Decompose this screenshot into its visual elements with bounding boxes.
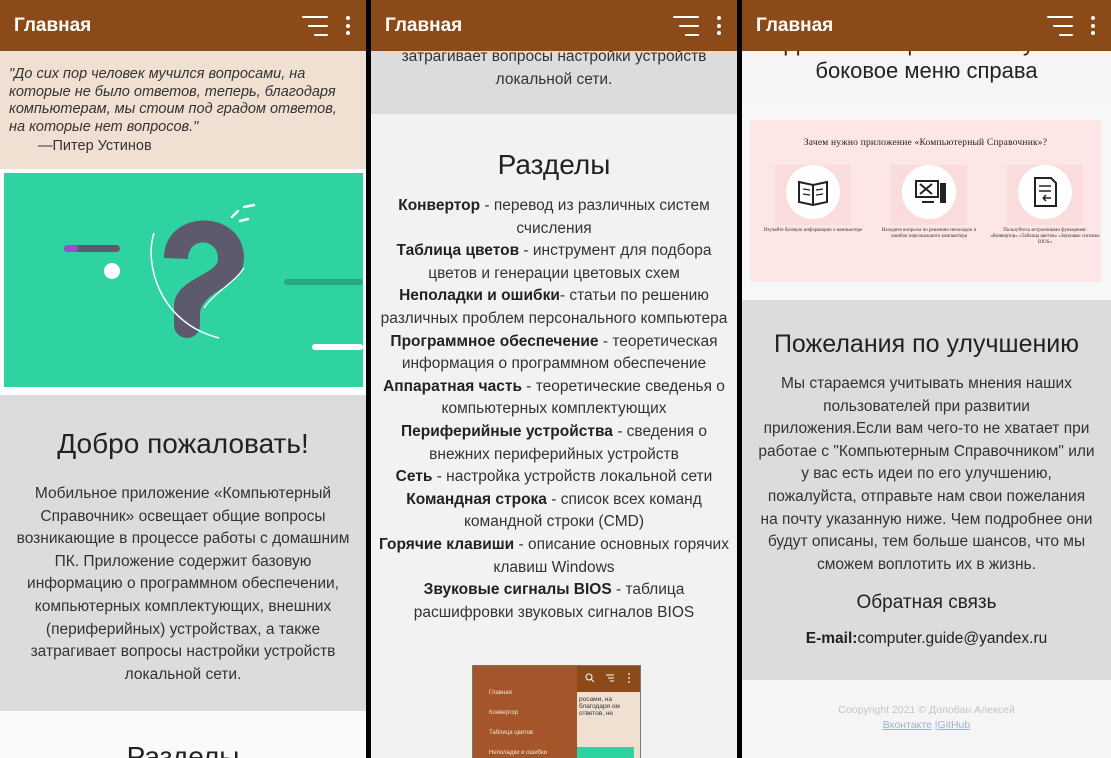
document-icon [1018,165,1072,219]
section-name: Программное обеспечение [390,332,599,350]
section-name: Таблица цветов [396,242,520,260]
app-bar-title: Главная [385,14,463,36]
welcome-section: Добро пожаловать! Мобильное приложение «… [0,395,366,711]
sections-preview: Разделы [0,711,366,758]
why-app-banner: Зачем нужно приложение «Компьютерный Спр… [750,120,1101,282]
sections-list: Конвертор - перевод из различных систем … [371,195,737,624]
section-item: Горячие клавиши - описание основных горя… [375,534,733,579]
thumb-menu-item: Главная [489,690,512,696]
email-address[interactable]: computer.guide@yandex.ru [857,630,1047,647]
vk-link[interactable]: Вконтакте [883,719,932,731]
copyright-text: Coopyright 2021 © Долобан Алексей [838,704,1015,716]
github-link[interactable]: GitHub [938,719,971,731]
welcome-text-tail: затрагивает вопросы настройки устройств … [401,48,707,88]
wishes-text: Мы стараемся учитывать мнения наших поль… [758,375,1095,573]
section-item: Сеть - настройка устройств локальной сет… [375,466,733,489]
thumb-toolbar-icons [585,673,630,683]
section-name: Аппаратная часть [383,377,522,395]
welcome-text: Мобильное приложение «Компьютерный Справ… [16,485,350,683]
section-desc: - перевод из различных систем счисления [480,197,710,237]
section-item: Таблица цветов - инструмент для подбора … [375,240,733,285]
welcome-title: Добро пожаловать! [57,428,309,459]
banner-col [1007,165,1083,225]
app-bar: Главная [0,0,366,51]
app-screenshot-thumbnail: Главная Конвертор Таблица цветов Неполад… [472,665,641,758]
section-name: Периферийные устройства [401,422,613,440]
sections-title-preview: Разделы [126,741,240,758]
quote-block: "До сих пор человек мучился вопросами, н… [0,51,366,169]
section-name: Конвертор [398,197,481,214]
section-item: Командная строка - список всех команд ко… [375,489,733,534]
more-vert-icon[interactable] [1091,16,1095,35]
feedback-title: Обратная связь [856,592,997,614]
section-name: Неполадки и ошибки [399,287,560,305]
thumb-menu-item: Неполадки и ошибки [489,750,548,756]
sections-title: Разделы [497,149,611,180]
screen-home-sections: затрагивает вопросы настройки устройств … [371,0,737,758]
quote-author: —Питер Устинов [38,138,152,154]
wishes-title: Пожелания по улучшению [773,330,1080,358]
sort-icon[interactable] [302,15,328,36]
banner-section: Зачем нужно приложение «Компьютерный Спр… [742,102,1111,300]
hero-image [0,169,366,395]
section-item: Конвертор - перевод из различных систем … [375,195,733,240]
more-vert-icon[interactable] [346,16,350,35]
email-line: E-mail:computer.guide@yandex.ru [742,630,1111,648]
sort-icon[interactable] [673,15,699,36]
section-name: Горячие клавиши [379,535,515,553]
thumb-hero [577,747,634,758]
section-desc: - настройка устройств локальной сети [432,468,713,486]
banner-caption: Находите вопросы по решению неполадок и … [881,228,977,239]
footer-links: Вконтакте |GitHub [742,719,1111,731]
navigation-hint-line2: боковое меню справа [815,58,1038,83]
section-item: Неполадки и ошибки- статьи по решению ра… [375,285,733,330]
section-item: Звуковые сигналы BIOS - таблица расшифро… [375,579,733,624]
sort-icon[interactable] [1047,15,1073,36]
app-bar: Главная [371,0,737,51]
banner-col [891,165,967,225]
app-bar: Главная [742,0,1111,51]
section-item: Программное обеспечение - теоретическая … [375,331,733,376]
more-vert-icon[interactable] [717,16,721,35]
app-bar-title: Главная [14,14,92,36]
quote-text: "До сих пор человек мучился вопросами, н… [9,66,337,135]
banner-caption: Изучайте базовую информацию о компьютере [763,228,863,233]
section-name: Командная строка [406,490,547,508]
app-bar-title: Главная [756,14,834,36]
book-icon [786,165,840,219]
screen-home-top: Главная "До сих пор человек мучился вопр… [0,0,366,758]
section-item: Периферийные устройства - сведения о вне… [375,421,733,466]
banner-col [775,165,851,225]
wishes-section: Пожелания по улучшению Мы стараемся учит… [742,300,1111,680]
thumb-menu-item: Конвертор [489,710,519,716]
thumb-menu-item: Таблица цветов [489,730,534,736]
thumb-side-menu: Главная Конвертор Таблица цветов Неполад… [473,666,577,758]
banner-caption: Пользуйтесь встроенными функциями: «Конв… [990,228,1100,245]
section-name: Звуковые сигналы BIOS [423,581,612,599]
screen-home-bottom: Для навигации используйте боковое меню с… [742,0,1111,758]
question-mark-illustration [4,173,363,387]
section-name: Сеть [395,468,433,486]
section-item: Аппаратная часть - теоретические сведень… [375,376,733,421]
thumb-app-bar [577,666,640,692]
computer-tools-icon [902,165,956,219]
sections-section: Разделы Конвертор - перевод из различных… [371,114,737,758]
email-label: E-mail: [805,630,858,648]
footer: Coopyright 2021 © Долобан Алексей Вконта… [742,680,1111,758]
section-desc: - описание основных горячих клавиш Windo… [493,535,729,576]
banner-title: Зачем нужно приложение «Компьютерный Спр… [803,138,1048,148]
